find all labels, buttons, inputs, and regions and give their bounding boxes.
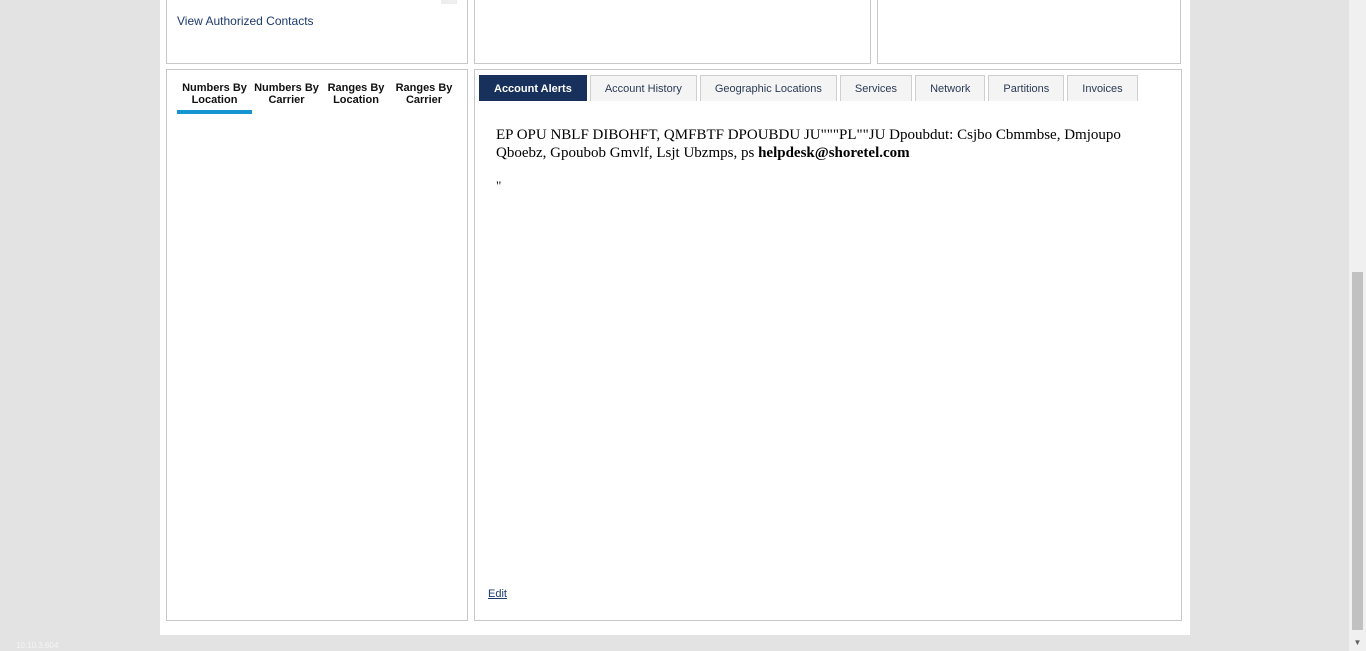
tab-invoices[interactable]: Invoices	[1067, 75, 1138, 101]
scroll-down-arrow-icon[interactable]: ▼	[1349, 637, 1366, 649]
view-authorized-contacts-link[interactable]: View Authorized Contacts	[177, 14, 314, 28]
account-tabs: Account Alerts Account History Geographi…	[479, 75, 1141, 101]
account-panel: Account Alerts Account History Geographi…	[474, 69, 1182, 621]
numbers-panel: Numbers By Location Numbers By Carrier R…	[166, 69, 468, 621]
subtab-numbers-by-location[interactable]: Numbers By Location	[177, 82, 252, 114]
page-scrollbar[interactable]: ▼	[1349, 0, 1366, 651]
numbers-subtabs: Numbers By Location Numbers By Carrier R…	[177, 82, 457, 114]
tab-network[interactable]: Network	[915, 75, 986, 101]
contacts-panel: View Authorized Contacts	[166, 0, 468, 64]
page-container: View Authorized Contacts Numbers By Loca…	[160, 0, 1190, 635]
subtab-ranges-by-carrier[interactable]: Ranges By Carrier	[391, 82, 457, 114]
alert-quote-line: "	[496, 178, 502, 193]
tab-partitions[interactable]: Partitions	[988, 75, 1065, 101]
footer-ip-text: 10.10.3.604	[16, 641, 59, 650]
top-middle-panel	[474, 0, 871, 64]
top-right-panel	[877, 0, 1181, 64]
mini-scrollbar[interactable]	[441, 0, 457, 4]
tab-account-history[interactable]: Account History	[589, 75, 697, 101]
subtab-numbers-by-carrier[interactable]: Numbers By Carrier	[252, 82, 321, 114]
scrollbar-thumb[interactable]	[1352, 272, 1363, 630]
edit-link[interactable]: Edit	[488, 588, 507, 600]
tab-geographic-locations[interactable]: Geographic Locations	[699, 75, 837, 101]
subtab-ranges-by-location[interactable]: Ranges By Location	[321, 82, 391, 114]
tab-account-alerts[interactable]: Account Alerts	[479, 75, 587, 101]
tab-services[interactable]: Services	[839, 75, 913, 101]
alert-email: helpdesk@shoretel.com	[758, 145, 910, 161]
account-alert-text: EP OPU NBLF DIBOHFT, QMFBTF DPOUBDU JU""…	[496, 126, 1136, 162]
